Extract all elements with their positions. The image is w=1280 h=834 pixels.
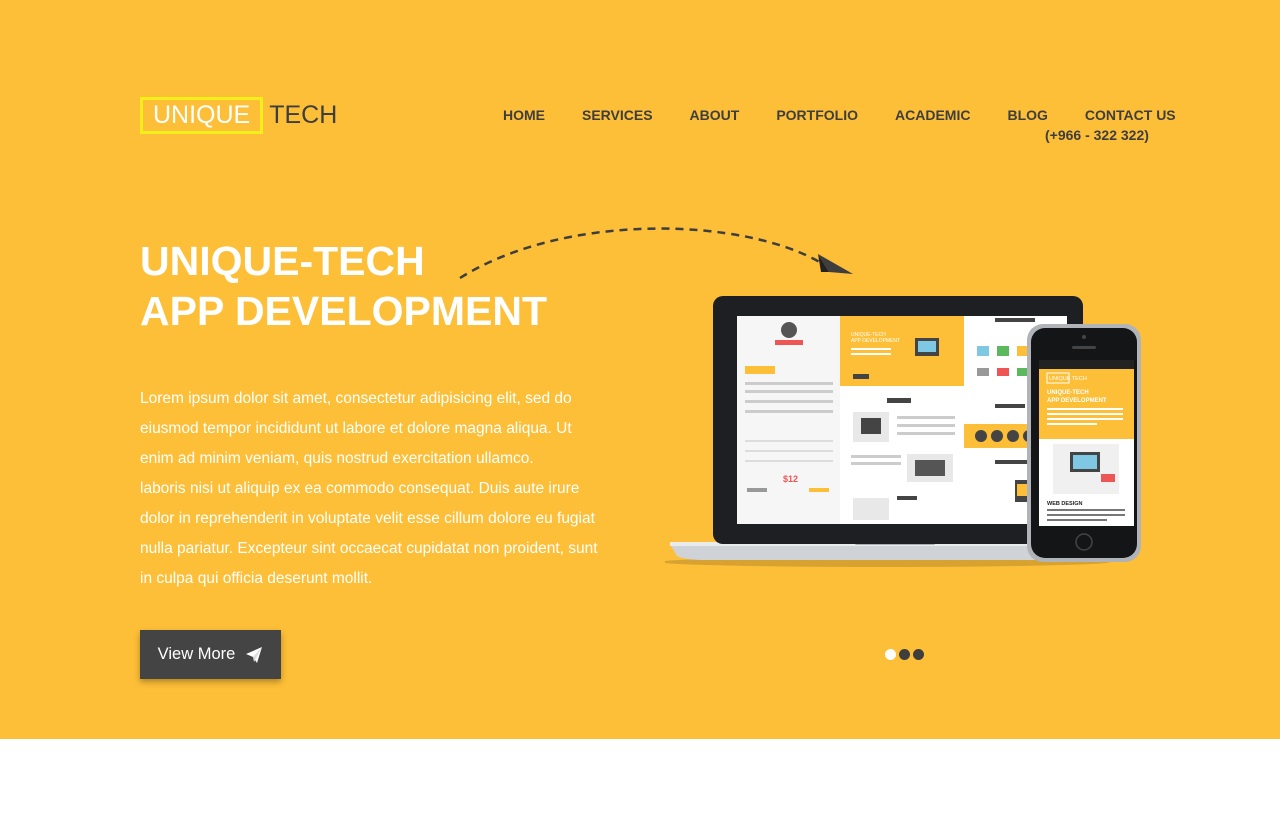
hero-description-line: nulla pariatur. Excepteur sint occaecat … <box>140 540 598 557</box>
mockup-phone-headline-2: APP DEVELOPMENT <box>1047 398 1107 404</box>
hero-description-line: laboris nisi ut aliquip ex ea commodo co… <box>140 480 580 497</box>
nav-contact-us[interactable]: CONTACT US <box>1085 107 1176 124</box>
hero-section: UNIQUE TECH HOME SERVICES ABOUT PORTFOLI… <box>0 0 1280 739</box>
carousel-dot-2[interactable] <box>899 649 910 660</box>
logo-primary: UNIQUE <box>140 97 264 134</box>
carousel-dot-3[interactable] <box>913 649 924 660</box>
nav-home[interactable]: HOME <box>503 107 545 124</box>
main-nav: HOME SERVICES ABOUT PORTFOLIO ACADEMIC B… <box>503 107 1176 124</box>
hero-description-line: enim ad minim veniam, quis nostrud exerc… <box>140 450 534 467</box>
hero-description: Lorem ipsum dolor sit amet, consectetur … <box>140 384 620 594</box>
mockup-phone-section: WEB DESIGN <box>1047 501 1082 507</box>
nav-about[interactable]: ABOUT <box>690 107 740 124</box>
view-more-button[interactable]: View More <box>140 630 281 679</box>
mockup-phone-headline-1: UNIQUE-TECH <box>1047 390 1089 396</box>
logo[interactable]: UNIQUE TECH <box>140 97 337 134</box>
hero-headline-line-2: APP DEVELOPMENT <box>140 288 548 334</box>
mockup-phone-brand: UNIQUE TECH <box>1049 376 1087 382</box>
carousel-dot-1[interactable] <box>885 649 896 660</box>
nav-blog[interactable]: BLOG <box>1007 107 1047 124</box>
carousel-indicators <box>885 649 927 660</box>
hero-description-line: Lorem ipsum dolor sit amet, consectetur … <box>140 390 572 407</box>
view-more-label: View More <box>157 645 236 663</box>
logo-secondary: TECH <box>269 101 338 129</box>
dashed-arrow-icon <box>459 227 853 280</box>
mockup-laptop-headline-2: APP DEVELOPMENT <box>851 338 900 344</box>
hero-description-line: in culpa qui officia deserunt mollit. <box>140 570 373 587</box>
device-mockup-illustration: $12 UNIQUE-TECH APP DEVELOPMENT UNIQUE T… <box>665 296 1141 567</box>
mockup-price: $12 <box>783 474 798 484</box>
nav-services[interactable]: SERVICES <box>582 107 653 124</box>
nav-academic[interactable]: ACADEMIC <box>895 107 970 124</box>
hero-description-line: dolor in reprehenderit in voluptate veli… <box>140 510 595 527</box>
hero-description-line: eiusmod tempor incididunt ut labore et d… <box>140 420 572 437</box>
paper-plane-icon <box>246 646 263 663</box>
nav-portfolio[interactable]: PORTFOLIO <box>776 107 858 124</box>
contact-phone: (+966 - 322 322) <box>1045 127 1149 143</box>
